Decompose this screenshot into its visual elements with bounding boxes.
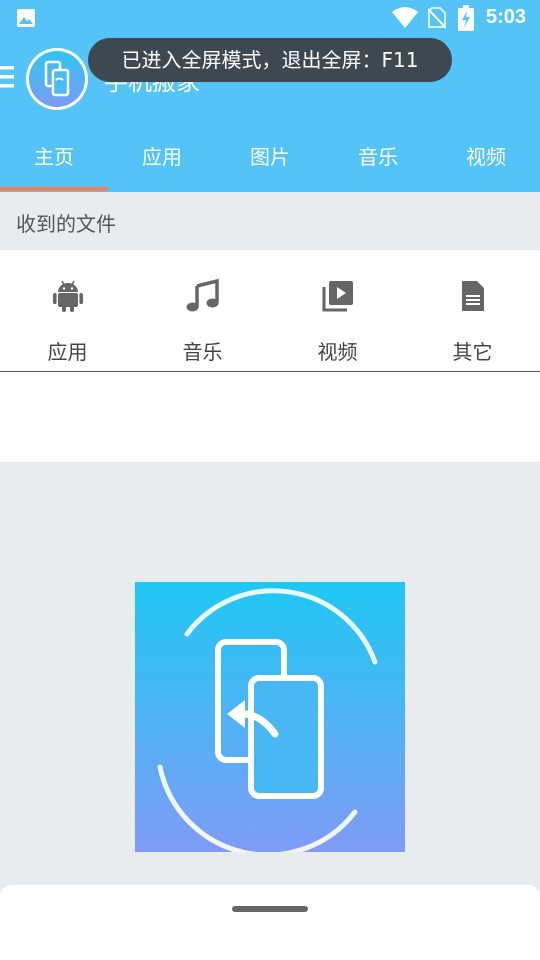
tab-video[interactable]: 视频 <box>432 130 540 186</box>
battery-charging-icon <box>458 5 474 31</box>
status-bar: 5:03 <box>0 0 540 36</box>
tab-home[interactable]: 主页 <box>0 130 108 186</box>
document-icon <box>461 281 484 311</box>
music-note-icon <box>186 278 219 312</box>
status-clock: 5:03 <box>486 6 527 28</box>
gallery-icon <box>17 9 35 27</box>
no-sim-icon <box>428 7 446 29</box>
category-apps[interactable]: 应用 <box>0 250 135 371</box>
received-categories: 应用 音乐 视频 其它 <box>0 250 540 372</box>
phone-transfer-icon <box>29 51 85 107</box>
menu-icon[interactable] <box>0 64 14 90</box>
bottom-sheet[interactable] <box>0 885 540 960</box>
tab-pictures[interactable]: 图片 <box>216 130 324 186</box>
app-logo <box>26 48 88 110</box>
category-label: 其它 <box>452 340 493 364</box>
section-title: 收到的文件 <box>16 212 116 236</box>
android-icon <box>52 280 83 312</box>
category-label: 音乐 <box>182 340 223 364</box>
tab-music[interactable]: 音乐 <box>324 130 432 186</box>
app-header: 5:03 手机搬家 已进入全屏模式，退出全屏：F11 主页 应用 图片 音乐 视… <box>0 0 540 192</box>
content-area <box>0 372 540 462</box>
category-other[interactable]: 其它 <box>405 250 540 371</box>
tab-apps[interactable]: 应用 <box>108 130 216 186</box>
category-label: 视频 <box>317 340 358 364</box>
category-label: 应用 <box>47 340 88 364</box>
tab-bar: 主页 应用 图片 音乐 视频 <box>0 130 540 186</box>
category-music[interactable]: 音乐 <box>135 250 270 371</box>
video-library-icon <box>322 281 353 312</box>
phone-transfer-illustration <box>135 582 405 852</box>
drag-handle[interactable] <box>232 906 308 912</box>
category-video[interactable]: 视频 <box>270 250 405 371</box>
wifi-icon <box>392 7 418 28</box>
fullscreen-toast: 已进入全屏模式，退出全屏：F11 <box>88 38 452 82</box>
tab-indicator <box>0 187 108 191</box>
